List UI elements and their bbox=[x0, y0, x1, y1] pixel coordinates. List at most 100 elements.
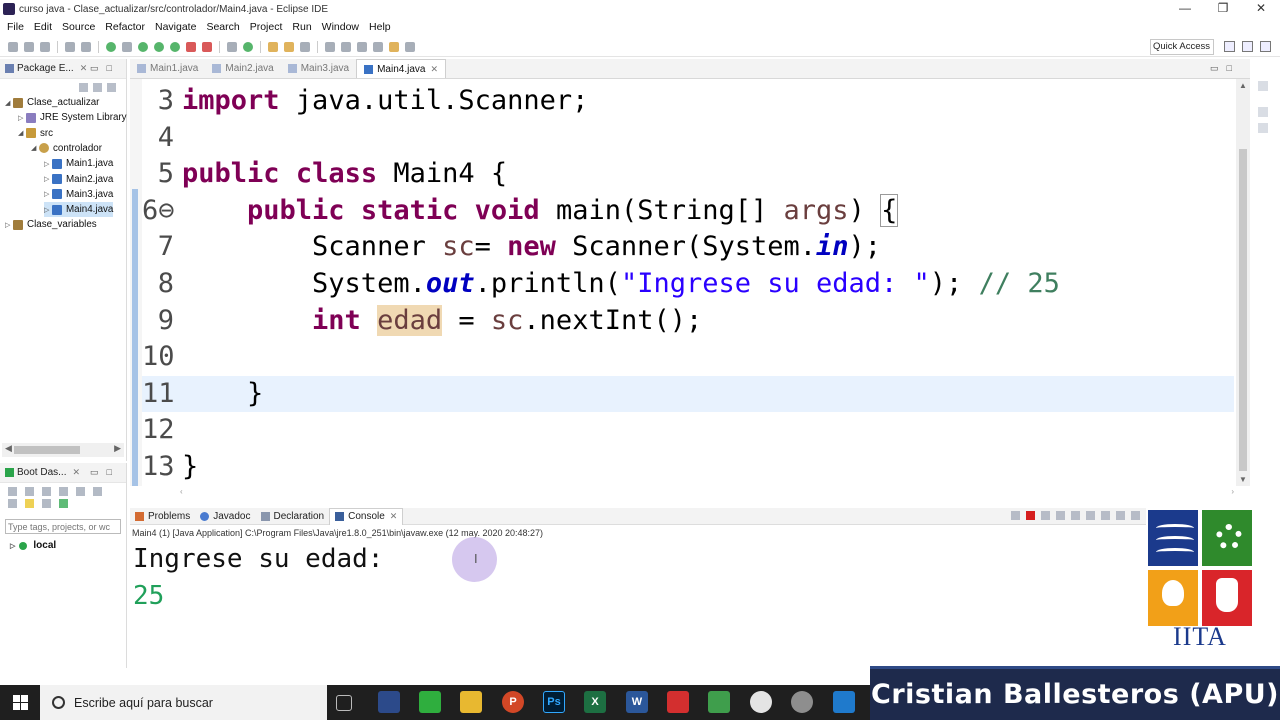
code-line[interactable]: 4 bbox=[130, 120, 1234, 157]
close-tab-icon[interactable]: ✕ bbox=[430, 64, 438, 75]
code-text[interactable]: public static void main(String[] args) { bbox=[182, 193, 899, 230]
close-tab-icon[interactable]: ✕ bbox=[390, 511, 398, 522]
powerpoint-icon[interactable]: P bbox=[502, 691, 524, 713]
pin-editor-icon[interactable] bbox=[373, 41, 383, 52]
tab-javadoc[interactable]: Javadoc bbox=[195, 508, 255, 525]
vscode-icon[interactable] bbox=[833, 691, 855, 713]
camtasia-icon[interactable] bbox=[419, 691, 441, 713]
scroll-left-icon[interactable]: ◀ bbox=[5, 443, 12, 454]
tree-item[interactable]: ▷ Main3.java bbox=[44, 187, 113, 202]
tree-expand-arrow-icon[interactable]: ▷ bbox=[44, 175, 52, 183]
package-explorer-tab[interactable]: Package E... ✕ ▭□ bbox=[0, 59, 126, 79]
close-button[interactable]: ✕ bbox=[1242, 0, 1280, 18]
code-text[interactable]: import java.util.Scanner; bbox=[182, 83, 588, 120]
menu-refactor[interactable]: Refactor bbox=[100, 21, 150, 33]
tree-item[interactable]: ◢ Clase_actualizar bbox=[5, 95, 99, 110]
terminal-icon[interactable] bbox=[65, 41, 75, 52]
open-type-icon[interactable] bbox=[268, 41, 278, 52]
eclipse-taskbar-icon[interactable] bbox=[378, 691, 400, 713]
java-perspective-icon[interactable] bbox=[1242, 41, 1253, 52]
photoshop-icon[interactable]: Ps bbox=[543, 691, 565, 713]
local-target[interactable]: ▷ local bbox=[10, 540, 126, 551]
code-text[interactable]: int edad = sc.nextInt(); bbox=[182, 303, 702, 340]
lightbulb-icon[interactable] bbox=[25, 499, 35, 508]
package-explorer-hscrollbar[interactable]: ◀ ▶ bbox=[2, 443, 124, 457]
menu-navigate[interactable]: Navigate bbox=[150, 21, 201, 33]
quick-access-field[interactable]: Quick Access bbox=[1150, 39, 1214, 55]
deploy-icon[interactable] bbox=[202, 41, 212, 52]
back-icon[interactable] bbox=[389, 41, 399, 52]
run-icon[interactable] bbox=[59, 487, 69, 496]
tree-item[interactable]: ◢ src bbox=[18, 126, 53, 141]
code-text[interactable]: } bbox=[182, 449, 198, 486]
stop-icon[interactable] bbox=[25, 487, 35, 496]
editor-hscrollbar[interactable]: ‹ › bbox=[180, 487, 1234, 499]
clear-console-icon[interactable] bbox=[1071, 511, 1080, 520]
code-line[interactable]: 12 bbox=[130, 412, 1234, 449]
menu-search[interactable]: Search bbox=[201, 21, 244, 33]
tree-expand-arrow-icon[interactable]: ◢ bbox=[5, 99, 13, 107]
link-editor-icon[interactable] bbox=[93, 82, 102, 92]
properties-icon[interactable] bbox=[8, 499, 17, 508]
new-class-icon[interactable] bbox=[243, 41, 253, 52]
tree-expand-arrow-icon[interactable]: ▷ bbox=[44, 160, 52, 168]
remove-all-icon[interactable] bbox=[1056, 511, 1065, 520]
close-icon[interactable]: ✕ bbox=[72, 467, 80, 478]
code-line[interactable]: 7 Scanner sc= new Scanner(System.in); bbox=[130, 229, 1234, 266]
debug-icon[interactable] bbox=[122, 41, 132, 52]
boot-filter-input[interactable] bbox=[5, 519, 121, 534]
tree-expand-arrow-icon[interactable]: ▷ bbox=[44, 206, 52, 214]
tab-main2[interactable]: Main2.java bbox=[205, 59, 280, 78]
code-area[interactable]: 3 import java.util.Scanner; 4 5 public class… bbox=[130, 79, 1234, 486]
annotation-icon[interactable] bbox=[300, 41, 310, 52]
tree-item[interactable]: ▷ Main1.java bbox=[44, 156, 113, 171]
stop-server-icon[interactable] bbox=[186, 41, 196, 52]
code-text[interactable]: } bbox=[182, 376, 263, 413]
outline-icon[interactable] bbox=[1258, 81, 1268, 91]
new-package-icon[interactable] bbox=[227, 41, 237, 52]
tree-item[interactable]: ◢ controlador bbox=[31, 141, 102, 156]
code-line[interactable]: 10 bbox=[130, 339, 1234, 376]
editor-scroll-thumb[interactable] bbox=[1239, 149, 1247, 471]
code-line[interactable]: 5 public class Main4 { bbox=[130, 156, 1234, 193]
tree-expand-arrow-icon[interactable]: ▷ bbox=[18, 114, 26, 122]
menu-help[interactable]: Help bbox=[364, 21, 396, 33]
new-icon[interactable] bbox=[8, 41, 18, 52]
menu-source[interactable]: Source bbox=[57, 21, 100, 33]
view-minmax-icons[interactable]: ▭□ bbox=[90, 63, 120, 74]
taskbar-search[interactable]: Escribe aquí para buscar bbox=[40, 685, 327, 720]
terminate-icon[interactable] bbox=[1026, 511, 1035, 520]
code-line[interactable]: 9 int edad = sc.nextInt(); bbox=[130, 303, 1234, 340]
tree-item[interactable]: ▷ Main4.java bbox=[44, 202, 114, 218]
view-menu-icon[interactable] bbox=[107, 82, 116, 92]
boot-icon[interactable] bbox=[106, 41, 116, 52]
word-wrap-icon[interactable] bbox=[1101, 511, 1110, 520]
code-text[interactable]: public class Main4 { bbox=[182, 156, 507, 193]
editor-vscrollbar[interactable]: ▲ ▼ bbox=[1236, 79, 1250, 486]
code-text[interactable]: System.out.println("Ingrese su edad: ");… bbox=[182, 266, 1060, 303]
tree-item[interactable]: ▷ Clase_variables bbox=[5, 217, 97, 232]
next-annotation-icon[interactable] bbox=[325, 41, 335, 52]
save-all-icon[interactable] bbox=[40, 41, 50, 52]
code-line[interactable]: 11 } bbox=[130, 375, 1234, 413]
close-icon[interactable]: ✕ bbox=[80, 63, 88, 74]
expand-arrow-icon[interactable]: ▷ bbox=[10, 542, 15, 550]
run-icon[interactable] bbox=[138, 41, 148, 52]
maximize-button[interactable]: ❐ bbox=[1204, 0, 1242, 18]
tree-expand-arrow-icon[interactable]: ▷ bbox=[44, 190, 52, 198]
scroll-left-icon[interactable]: ‹ bbox=[180, 487, 183, 496]
acrobat-icon[interactable] bbox=[667, 691, 689, 713]
code-line[interactable]: 8 System.out.println("Ingrese su edad: "… bbox=[130, 266, 1234, 303]
menu-edit[interactable]: Edit bbox=[29, 21, 57, 33]
console-output[interactable]: Ingrese su edad: bbox=[130, 541, 1250, 578]
tab-problems[interactable]: Problems bbox=[130, 508, 195, 525]
skip-breakpoints-icon[interactable] bbox=[81, 41, 91, 52]
console-user-input[interactable]: 25 bbox=[130, 578, 1250, 615]
menu-project[interactable]: Project bbox=[245, 21, 288, 33]
deploy-icon[interactable] bbox=[42, 499, 52, 508]
tree-expand-arrow-icon[interactable]: ◢ bbox=[18, 129, 26, 137]
display-console-icon[interactable] bbox=[1116, 511, 1125, 520]
tree-expand-arrow-icon[interactable]: ◢ bbox=[31, 144, 39, 152]
minimize-button[interactable]: — bbox=[1166, 0, 1204, 18]
tree-expand-arrow-icon[interactable]: ▷ bbox=[5, 221, 13, 229]
